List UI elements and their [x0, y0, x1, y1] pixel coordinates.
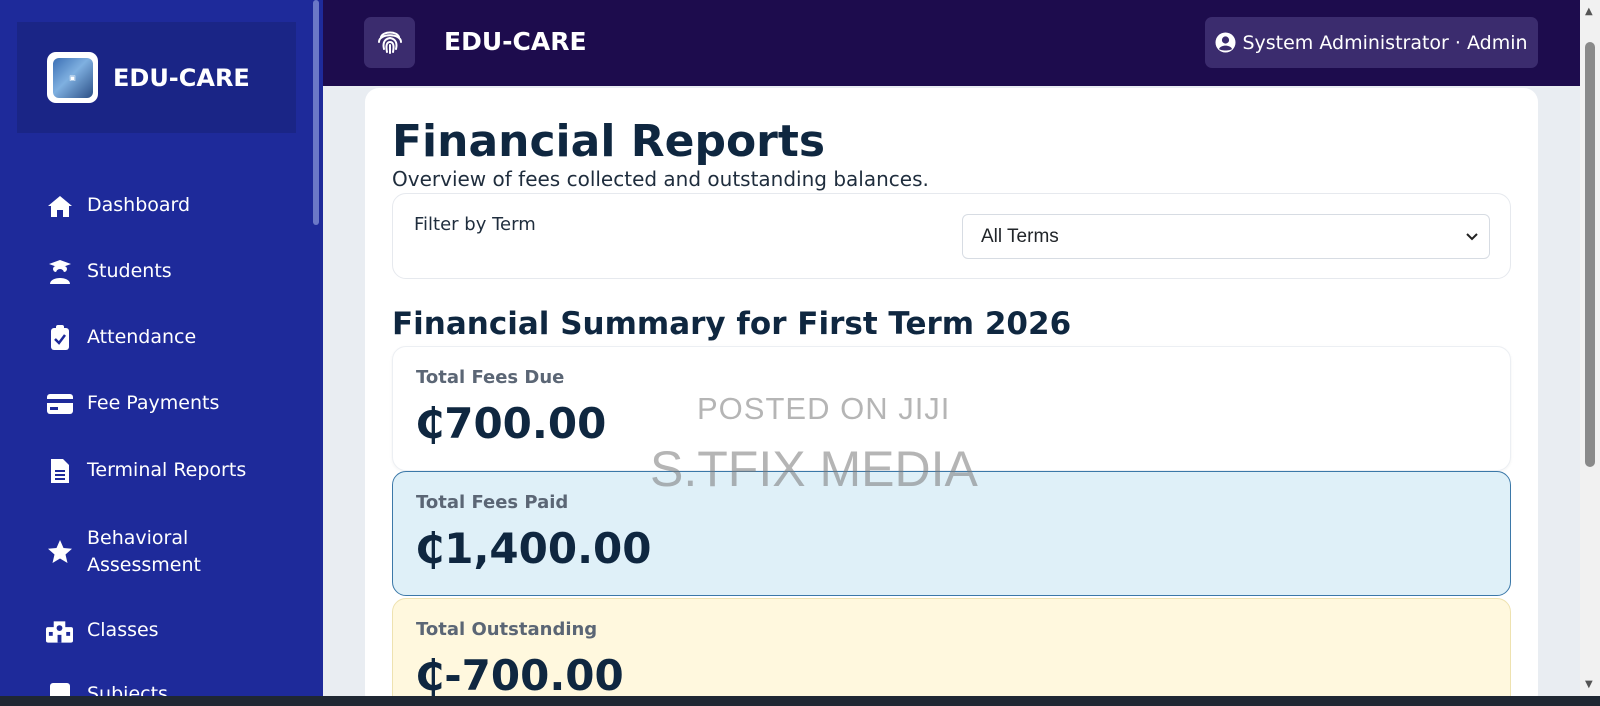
sidebar-item-dashboard[interactable]: Dashboard	[46, 192, 190, 219]
top-bar: EDU-CARE System Administrator · Admin	[323, 0, 1580, 86]
stat-card-total-outstanding: Total Outstanding ₵-700.00	[392, 598, 1511, 706]
app-title: EDU-CARE	[444, 27, 587, 56]
brand-logo: ▣	[47, 52, 98, 103]
scrollbar-thumb[interactable]	[1585, 42, 1595, 467]
scroll-down-icon[interactable]: ▼	[1585, 679, 1593, 690]
stat-label: Total Outstanding	[416, 619, 598, 640]
sidebar-item-label: Students	[87, 260, 172, 282]
taskbar-strip	[0, 696, 1600, 706]
filter-card: Filter by Term All Terms	[392, 193, 1511, 279]
sidebar-scrollbar[interactable]	[313, 0, 319, 225]
sidebar-item-label: Classes	[87, 619, 159, 641]
sidebar-item-label: Behavioral	[87, 527, 189, 549]
sidebar-item-label: Terminal Reports	[87, 459, 247, 481]
sidebar-item-fee-payments[interactable]: Fee Payments	[46, 390, 219, 417]
stat-label: Total Fees Due	[416, 367, 565, 388]
sidebar-item-label-line2: Assessment	[87, 554, 201, 576]
home-icon	[46, 192, 73, 219]
sidebar-item-subjects[interactable]: Subjects	[46, 681, 168, 696]
chevron-down-icon	[1465, 226, 1479, 248]
sidebar-item-label: Fee Payments	[87, 392, 220, 414]
user-menu-button[interactable]: System Administrator · Admin	[1205, 17, 1538, 68]
star-icon	[46, 539, 73, 566]
watermark-line-2: S.TFIX MEDIA	[650, 441, 978, 497]
user-circle-icon	[1215, 32, 1236, 53]
sidebar-item-attendance[interactable]: Attendance	[46, 324, 196, 351]
file-text-icon	[46, 457, 73, 484]
brand[interactable]: ▣ EDU-CARE	[17, 22, 296, 133]
brand-title: EDU-CARE	[113, 63, 250, 92]
stat-value: ₵1,400.00	[415, 524, 652, 573]
sidebar-item-classes[interactable]: Classes	[46, 617, 159, 644]
sidebar-item-label: Subjects	[87, 683, 168, 696]
sidebar: ▣ EDU-CARE Dashboard Students Attendance	[0, 0, 323, 696]
page-title: Financial Reports	[392, 116, 826, 167]
summary-title: Financial Summary for First Term 2026	[392, 306, 1072, 342]
book-icon	[46, 681, 73, 696]
sidebar-item-label: Dashboard	[87, 194, 191, 216]
school-icon	[46, 617, 73, 644]
stat-value: ₵700.00	[415, 399, 607, 448]
stat-label: Total Fees Paid	[416, 492, 569, 513]
sidebar-item-behavioral-assessment[interactable]: Behavioral Assessment	[46, 525, 201, 579]
stat-value: ₵-700.00	[415, 651, 624, 700]
credit-card-icon	[46, 390, 73, 417]
term-select[interactable]: All Terms	[962, 214, 1490, 259]
sidebar-item-students[interactable]: Students	[46, 258, 172, 285]
clipboard-check-icon	[46, 324, 73, 351]
sidebar-item-terminal-reports[interactable]: Terminal Reports	[46, 457, 246, 484]
sidebar-item-label: Attendance	[87, 326, 197, 348]
page-subtitle: Overview of fees collected and outstandi…	[392, 167, 929, 191]
user-label: System Administrator · Admin	[1242, 31, 1528, 54]
watermark-line-1: POSTED ON JIJI	[697, 391, 951, 426]
scroll-up-icon[interactable]: ▲	[1585, 6, 1593, 17]
filter-label: Filter by Term	[414, 214, 536, 235]
student-icon	[46, 258, 73, 285]
term-select-value: All Terms	[981, 225, 1059, 247]
fingerprint-icon	[376, 27, 404, 59]
fingerprint-button[interactable]	[364, 17, 415, 68]
page-scrollbar[interactable]: ▲ ▼	[1580, 0, 1600, 696]
